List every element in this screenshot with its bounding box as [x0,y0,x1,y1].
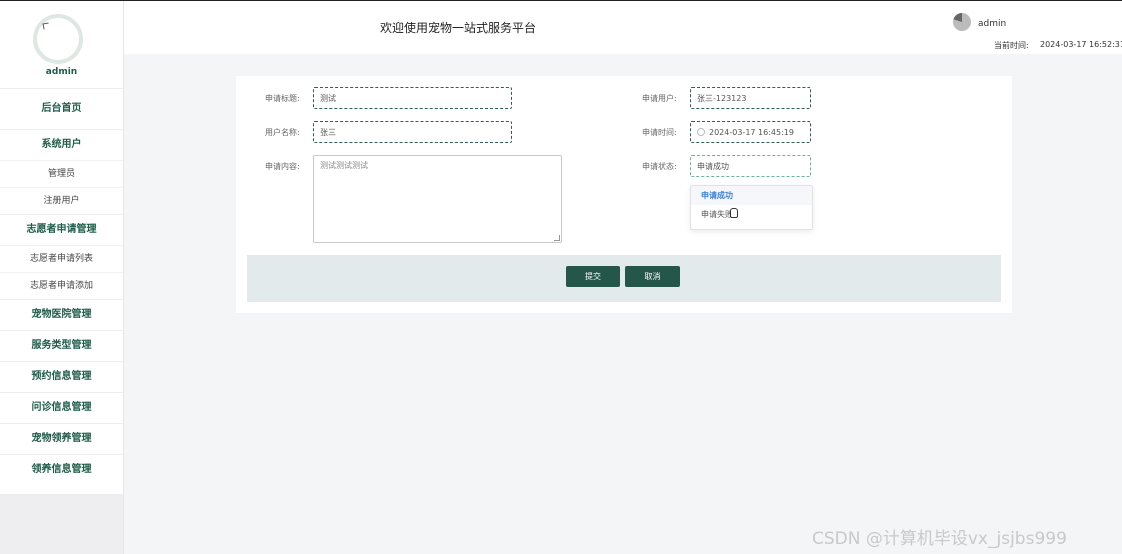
title-field[interactable]: 测试 [313,87,512,109]
sidebar-menu: 后台首页 系统用户 管理员 注册用户 志愿者申请管理 志愿者申请列表 志愿者申请… [0,88,123,485]
sidebar-item-home[interactable]: 后台首页 [0,88,123,129]
sidebar: admin 后台首页 系统用户 管理员 注册用户 志愿者申请管理 志愿者申请列表… [0,1,124,554]
sidebar-item-system-users[interactable]: 系统用户 [0,129,123,160]
clock-icon [697,127,705,136]
sidebar-item-consultation[interactable]: 问诊信息管理 [0,392,123,423]
avatar-image-icon [42,22,50,30]
username-field[interactable]: 张三 [313,121,512,143]
watermark: CSDN @计算机毕设vx_jsjbs999 [812,529,1067,549]
sidebar-item-volunteer-management[interactable]: 志愿者申请管理 [0,214,123,245]
cancel-button[interactable]: 取消 [625,266,680,287]
time-field[interactable]: 2024-03-17 16:45:19 [690,121,811,143]
hand-cursor-icon [730,208,738,218]
content-text: 测试测试测试 [320,161,368,170]
submit-button[interactable]: 提交 [566,266,620,287]
header-username[interactable]: admin [978,19,1006,29]
applicant-field[interactable]: 张三-123123 [690,87,811,109]
button-bar [247,255,1001,302]
top-header: 欢迎使用宠物一站式服务平台 admin 当前时间: 2024-03-17 16:… [124,1,1122,54]
sidebar-avatar [33,14,83,64]
sidebar-item-hospital[interactable]: 宠物医院管理 [0,299,123,330]
content-textarea[interactable]: 测试测试测试 [313,155,562,243]
sidebar-username: admin [45,67,78,77]
time-field-value: 2024-03-17 16:45:19 [709,128,794,137]
applicant-label: 申请用户: [642,94,677,103]
resize-handle-icon[interactable] [554,235,560,241]
sidebar-item-registered-users[interactable]: 注册用户 [0,187,123,214]
sidebar-item-admin[interactable]: 管理员 [0,160,123,187]
status-option-failure[interactable]: 申请失败 [691,205,812,224]
sidebar-item-adoption[interactable]: 宠物领养管理 [0,423,123,454]
status-select[interactable]: 申请成功 [690,155,811,177]
current-time-value: 2024-03-17 16:52:31 [1040,40,1122,49]
page-title: 欢迎使用宠物一站式服务平台 [380,21,537,35]
sidebar-item-appointment[interactable]: 预约信息管理 [0,361,123,392]
status-dropdown: 申请成功 申请失败 [690,185,813,230]
content-label: 申请内容: [265,162,300,171]
sidebar-item-volunteer-list[interactable]: 志愿者申请列表 [0,245,123,272]
username-label: 用户名称: [265,128,300,137]
sidebar-item-service-type[interactable]: 服务类型管理 [0,330,123,361]
sidebar-item-adoption-info[interactable]: 领养信息管理 [0,454,123,485]
time-label: 申请时间: [642,128,677,137]
sidebar-footer [0,494,123,554]
sidebar-item-volunteer-add[interactable]: 志愿者申请添加 [0,272,123,299]
current-time-label: 当前时间: [994,41,1029,50]
user-avatar-icon[interactable] [953,13,971,31]
title-label: 申请标题: [265,94,300,103]
status-option-success[interactable]: 申请成功 [691,186,812,205]
status-label: 申请状态: [642,162,677,171]
